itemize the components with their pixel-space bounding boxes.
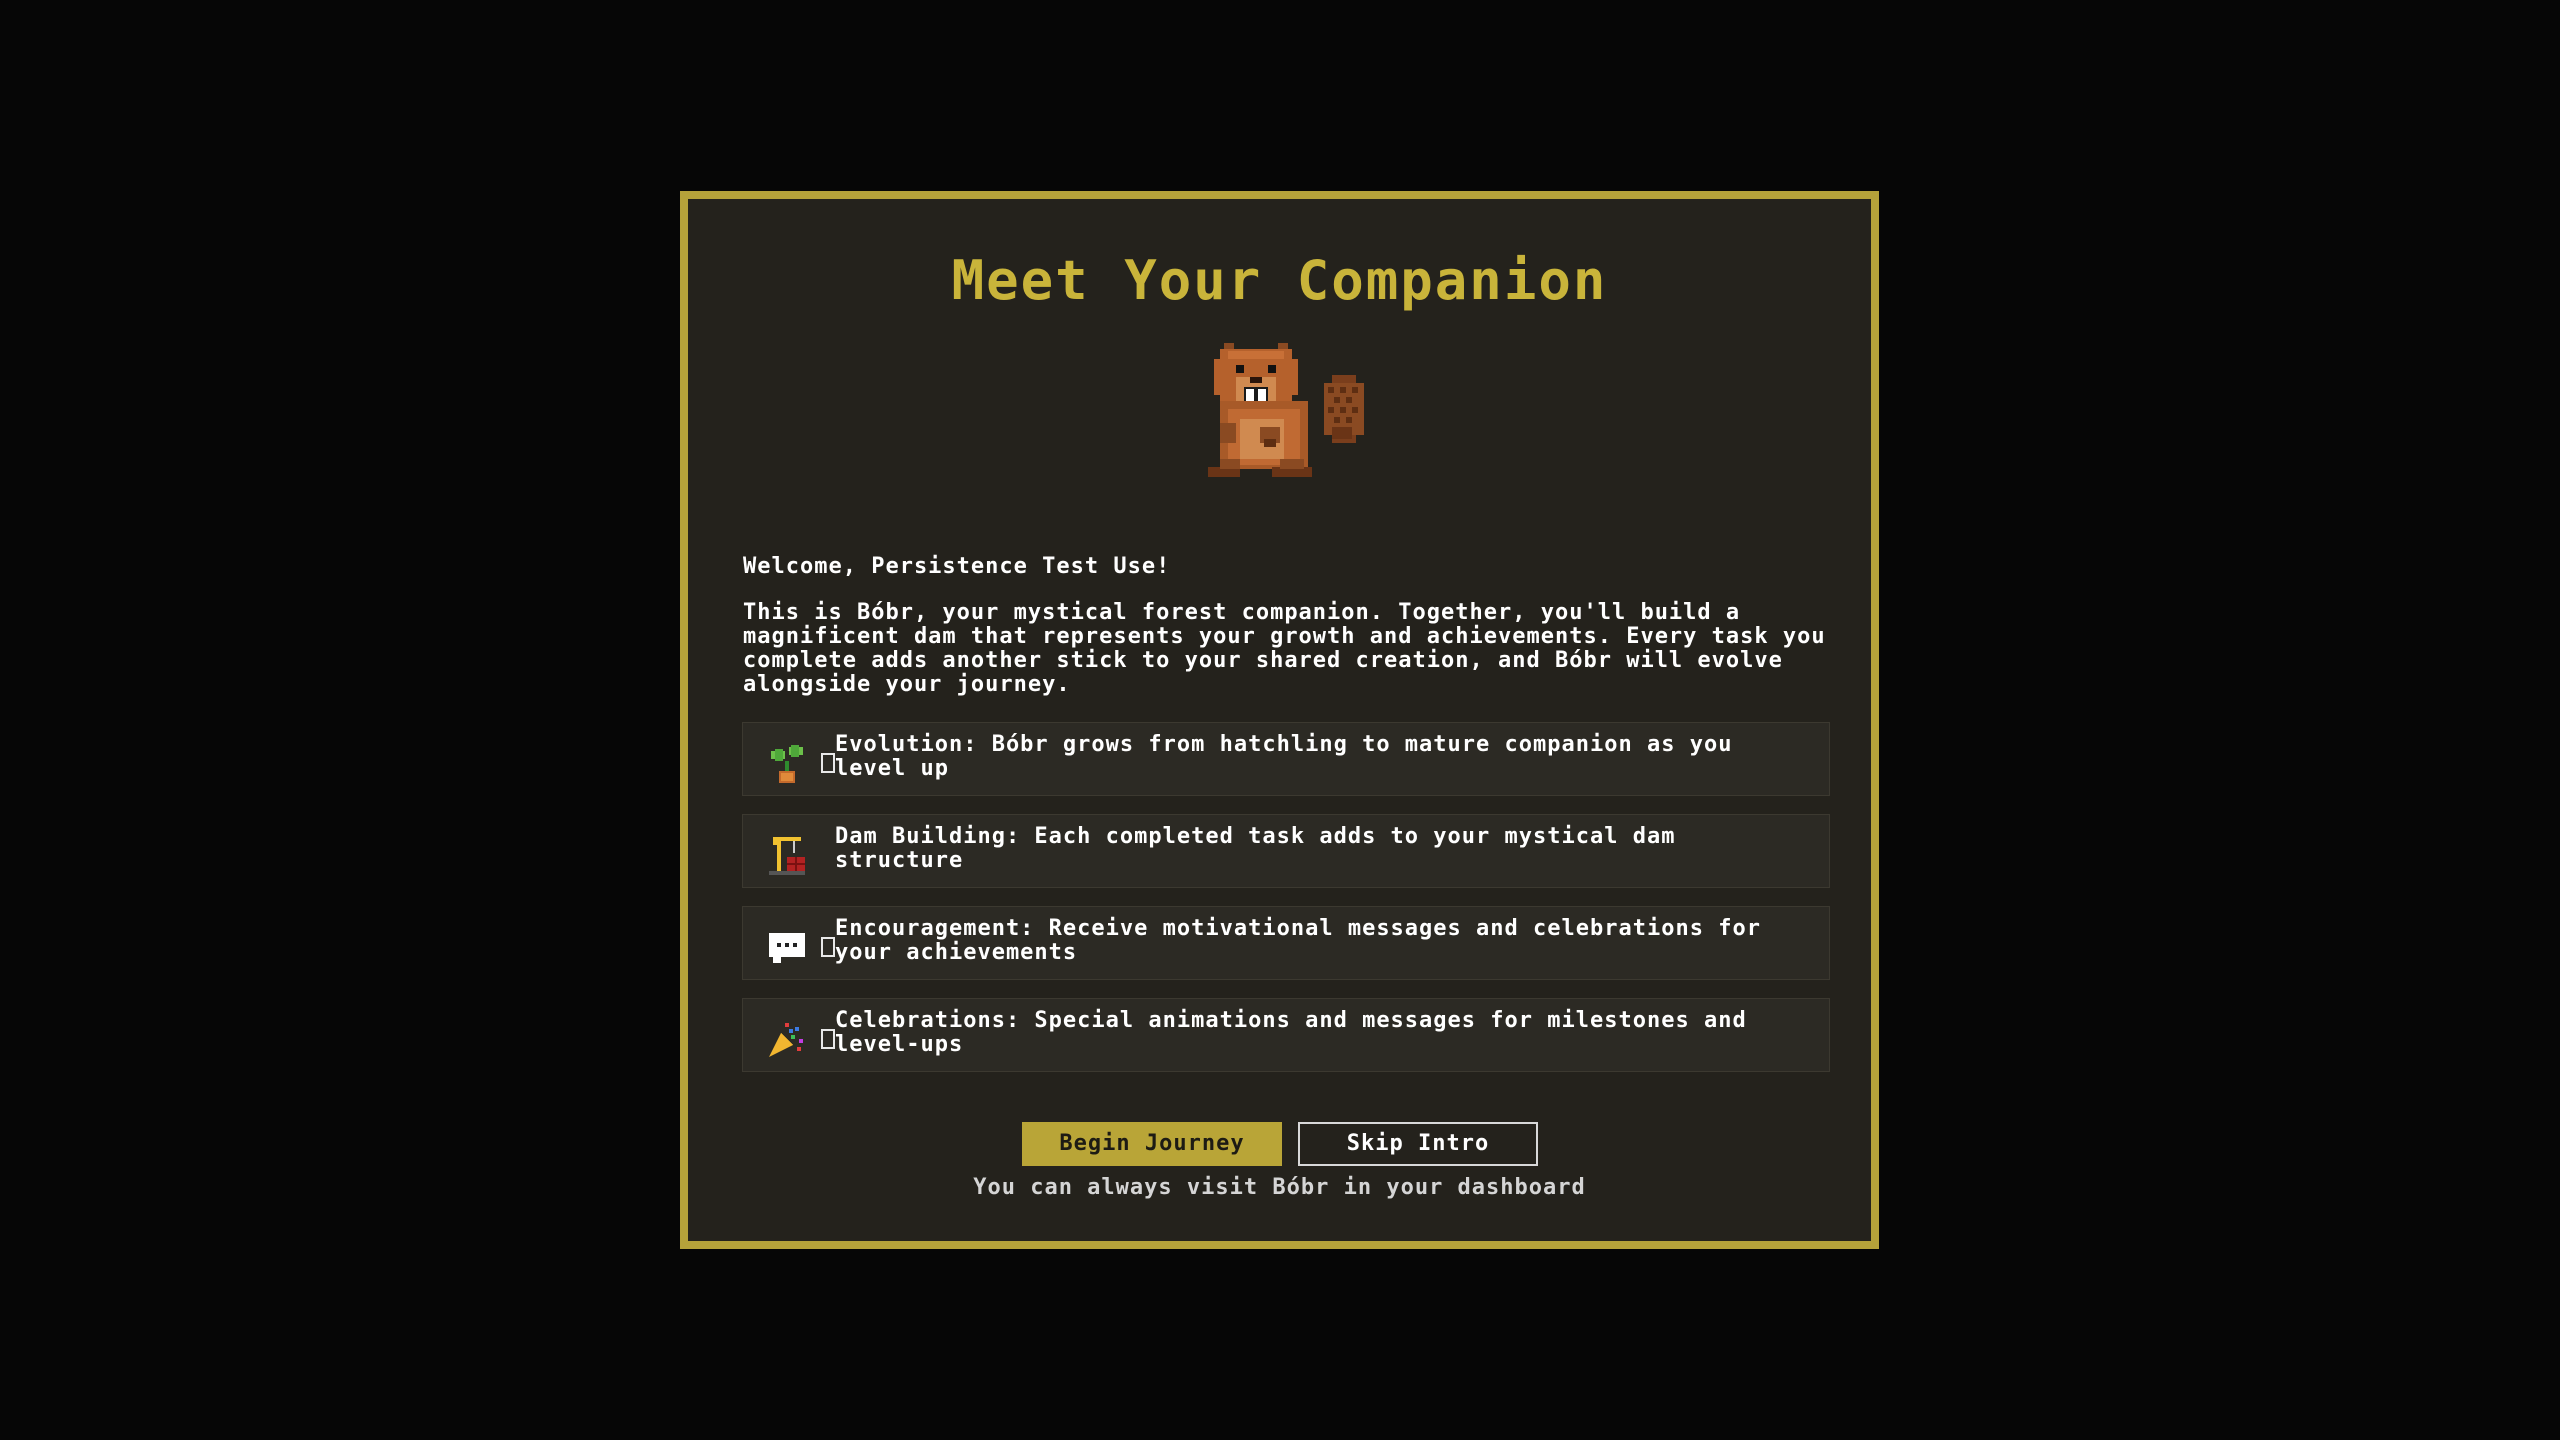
feature-item-dam-building: Dam Building: Each completed task adds t… (742, 814, 1830, 888)
feature-text: Encouragement: Receive motivational mess… (835, 916, 1761, 965)
skip-intro-button[interactable]: Skip Intro (1298, 1122, 1538, 1166)
missing-glyph-box (821, 937, 835, 957)
missing-glyph-box (821, 1029, 835, 1049)
seedling-icon (771, 745, 803, 783)
feature-text: Celebrations: Special animations and mes… (835, 1008, 1747, 1057)
feature-text: Evolution: Bóbr grows from hatchling to … (835, 732, 1733, 781)
feature-text: Dam Building: Each completed task adds t… (835, 824, 1676, 873)
feature-item-evolution: Evolution: Bóbr grows from hatchling to … (742, 722, 1830, 796)
feature-list: Evolution: Bóbr grows from hatchling to … (742, 722, 1830, 1090)
construction-icon (769, 837, 805, 875)
feature-item-celebrations: Celebrations: Special animations and mes… (742, 998, 1830, 1072)
companion-intro-modal: Meet Your Companion Welcome, Persistence… (680, 191, 1879, 1249)
intro-paragraph: This is Bóbr, your mystical forest compa… (743, 600, 1826, 697)
missing-glyph-box (821, 753, 835, 773)
begin-journey-button[interactable]: Begin Journey (1022, 1122, 1282, 1166)
speech-bubble-icon (769, 933, 805, 963)
modal-title: Meet Your Companion (951, 249, 1608, 312)
feature-item-encouragement: Encouragement: Receive motivational mess… (742, 906, 1830, 980)
dashboard-hint: You can always visit Bóbr in your dashbo… (973, 1175, 1586, 1200)
party-popper-icon (769, 1023, 803, 1057)
welcome-message: Welcome, Persistence Test Use! (743, 554, 1171, 579)
beaver-mascot-icon (1208, 343, 1364, 477)
